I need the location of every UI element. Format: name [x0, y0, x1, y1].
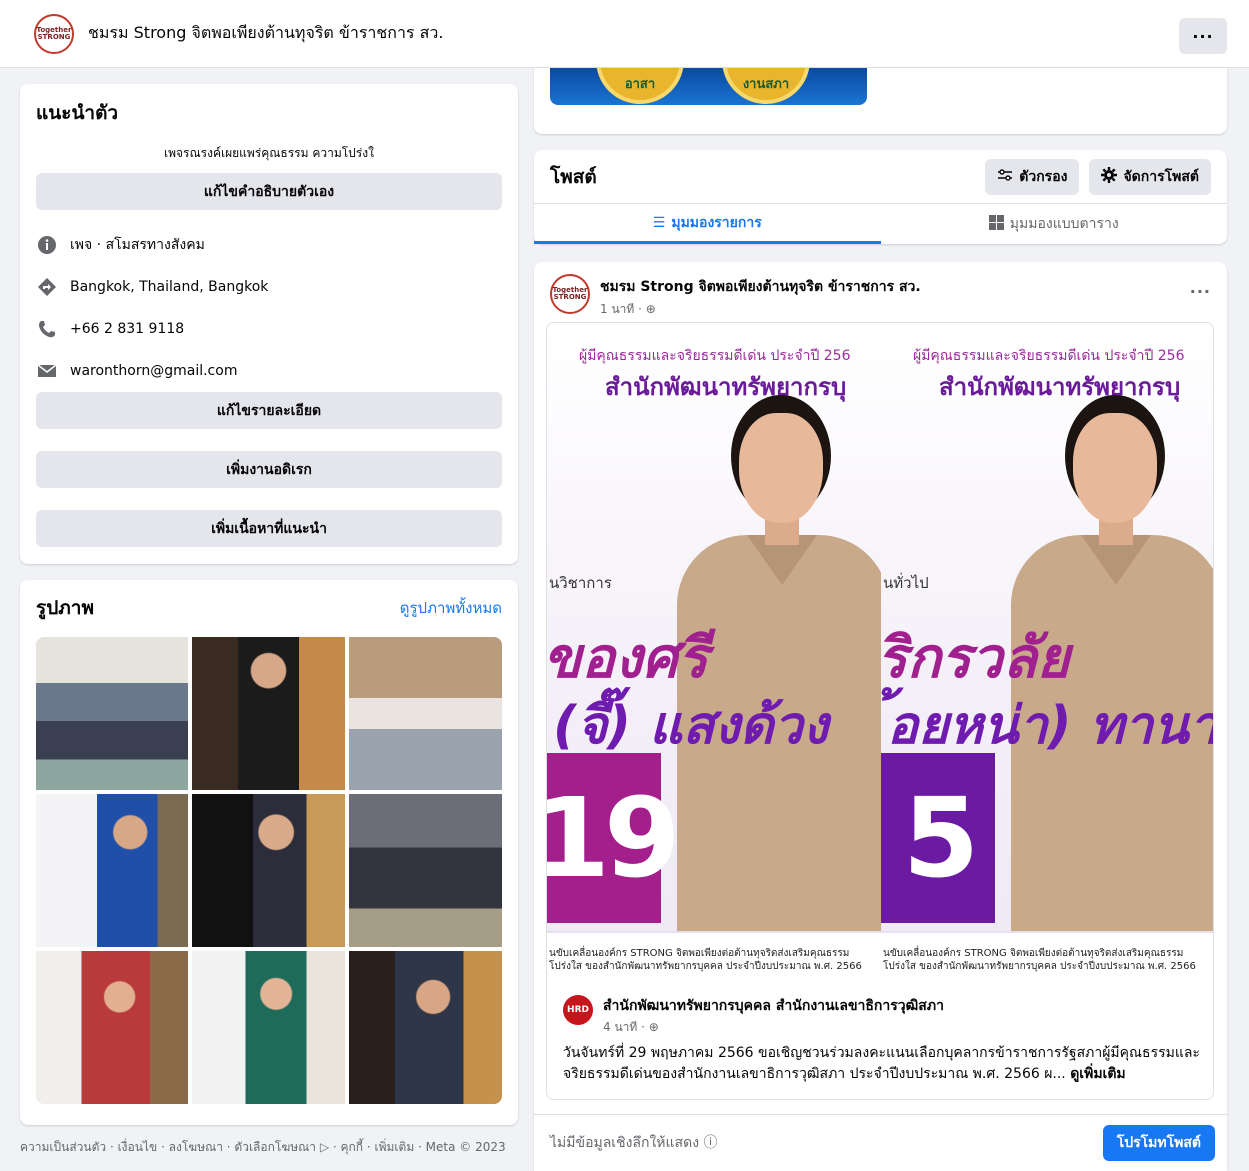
- poster-subtitle: นทั่วไป: [883, 574, 929, 592]
- shared-post: ผู้มีคุณธรรมและจริยธรรมดีเด่น ประจำปี 25…: [546, 322, 1214, 1100]
- globe-icon: ⊕: [648, 1020, 659, 1034]
- poster-heading: ผู้มีคุณธรรมและจริยธรรมดีเด่น ประจำปี 25…: [913, 348, 1185, 364]
- post-author-avatar[interactable]: Together STRONG: [550, 274, 590, 314]
- promote-post-button[interactable]: โปรโมทโพสต์: [1102, 1125, 1215, 1161]
- info-phone-text[interactable]: +66 2 831 9118: [70, 321, 184, 337]
- see-more-link[interactable]: ดูเพิ่มเติม: [1070, 1066, 1125, 1082]
- poster-footer-line2: โปร่งใส ของสำนักพัฒนาทรัพยากรบุคคล ประจำ…: [883, 961, 1196, 972]
- shared-author-avatar[interactable]: HRD: [563, 995, 593, 1025]
- info-phone: +66 2 831 9118: [36, 308, 502, 350]
- posts-title: โพสต์: [550, 165, 597, 188]
- poster-footer: นขับเคลื่อนองค์กร STRONG จิตพอเพียงต่อต้…: [881, 931, 1213, 987]
- phone-icon: [36, 318, 58, 340]
- header-more-button[interactable]: ···: [1179, 18, 1227, 54]
- cover-image-card: อาสา งานสภา: [534, 68, 1227, 134]
- photos-title: รูปภาพ: [36, 597, 94, 619]
- photo-grid: [36, 637, 502, 1104]
- gear-icon: [1101, 166, 1118, 187]
- post-timestamp[interactable]: 1 นาที · ⊕: [600, 300, 921, 319]
- shared-author-name[interactable]: สำนักพัฒนาทรัพยากรบุคคล สำนักงานเลขาธิกา…: [603, 995, 944, 1017]
- tab-grid-label: มุมมองแบบตาราง: [1009, 216, 1119, 232]
- photo-thumbnail[interactable]: [192, 637, 345, 790]
- poster-number: 5: [881, 753, 995, 923]
- intro-title: แนะนำตัว: [36, 102, 119, 124]
- banner-coin-right: งานสภา: [722, 68, 810, 104]
- tab-list-label: มุมมองรายการ: [671, 214, 762, 231]
- poster-footer-line1: นขับเคลื่อนองค์กร STRONG จิตพอเพียงต่อต้…: [883, 948, 1184, 959]
- edit-bio-button[interactable]: แก้ไขคำอธิบายตัวเอง: [36, 173, 502, 210]
- photo-thumbnail[interactable]: [192, 951, 345, 1104]
- poster-number: 19: [547, 753, 681, 923]
- edit-details-button[interactable]: แก้ไขรายละเอียด: [36, 392, 502, 429]
- photo-thumbnail[interactable]: [192, 794, 345, 947]
- post-avatar-text: Together STRONG: [552, 286, 588, 301]
- posts-header-card: โพสต์ ตัวกรอง จัดการโพสต์ ☰ มุมมองรายการ…: [534, 150, 1227, 244]
- photo-thumbnail[interactable]: [36, 637, 188, 790]
- globe-icon: ⊕: [645, 302, 656, 316]
- poster-footer-line2: โปร่งใส ของสำนักพัฒนาทรัพยากรบุคคล ประจำ…: [549, 961, 862, 972]
- location-icon: [36, 276, 58, 298]
- post-options-button[interactable]: ···: [1190, 282, 1211, 301]
- photo-thumbnail[interactable]: [36, 951, 188, 1104]
- info-icon[interactable]: ⓘ: [703, 1135, 717, 1151]
- shared-post-info: HRD สำนักพัฒนาทรัพยากรบุคคล สำนักงานเลขา…: [563, 995, 1201, 1085]
- post-card: Together STRONG ชมรม Strong จิตพอเพียงต้…: [534, 262, 1227, 1171]
- intro-card: แนะนำตัว เพจรณรงค์เผยแพร่คุณธรรม ความโปร…: [20, 84, 518, 564]
- manage-posts-button[interactable]: จัดการโพสต์: [1089, 158, 1211, 195]
- coin-right-label: งานสภา: [742, 77, 790, 92]
- info-icon: [36, 234, 58, 256]
- info-location: Bangkok, Thailand, Bangkok: [36, 266, 502, 308]
- post-footer: ไม่มีข้อมูลเชิงลึกให้แสดง ⓘ โปรโมทโพสต์: [534, 1114, 1227, 1171]
- email-icon: [36, 360, 58, 382]
- photo-thumbnail[interactable]: [349, 951, 502, 1104]
- poster-subtitle: นวิชาการ: [549, 574, 612, 592]
- legal-footer: ความเป็นส่วนตัว · เงื่อนไข · ลงโฆษณา · ต…: [20, 1140, 506, 1154]
- shared-timestamp[interactable]: 4 นาที · ⊕: [603, 1018, 944, 1037]
- banner-image[interactable]: อาสา งานสภา: [550, 68, 867, 105]
- coin-left-label: อาสา: [624, 77, 656, 92]
- post-time-text: 1 นาที ·: [600, 302, 646, 316]
- poster-heading: ผู้มีคุณธรรมและจริยธรรมดีเด่น ประจำปี 25…: [579, 348, 851, 364]
- add-featured-button[interactable]: เพิ่มเนื้อหาที่แนะนำ: [36, 510, 502, 547]
- poster-footer: นขับเคลื่อนองค์กร STRONG จิตพอเพียงต่อต้…: [547, 931, 881, 987]
- avatar-text: Together STRONG: [36, 25, 72, 41]
- photo-thumbnail[interactable]: [349, 637, 502, 790]
- see-all-photos-link[interactable]: ดูรูปภาพทั้งหมด: [400, 596, 502, 620]
- list-icon: ☰: [652, 214, 666, 231]
- info-email: waronthorn@gmail.com: [36, 350, 502, 392]
- banner-coin-left: อาสา: [596, 68, 684, 104]
- info-category-text: เพจ · สโมสรทางสังคม: [70, 237, 205, 253]
- filter-label: ตัวกรอง: [1019, 168, 1068, 185]
- photos-card: รูปภาพ ดูรูปภาพทั้งหมด: [20, 580, 518, 1125]
- page-avatar[interactable]: Together STRONG: [34, 13, 74, 54]
- page-title[interactable]: ชมรม Strong จิตพอเพียงต้านทุจริต ข้าราชก…: [88, 21, 443, 46]
- add-hobbies-button[interactable]: เพิ่มงานอดิเรก: [36, 451, 502, 488]
- grid-icon: [988, 214, 1004, 234]
- info-email-text[interactable]: waronthorn@gmail.com: [70, 363, 237, 379]
- photo-thumbnail[interactable]: [36, 794, 188, 947]
- post-images[interactable]: ผู้มีคุณธรรมและจริยธรรมดีเด่น ประจำปี 25…: [547, 323, 1213, 987]
- filter-button[interactable]: ตัวกรอง: [985, 158, 1080, 195]
- insights-note: ไม่มีข้อมูลเชิงลึกให้แสดง ⓘ: [550, 1132, 1103, 1154]
- info-location-text: Bangkok, Thailand, Bangkok: [70, 279, 269, 295]
- insights-note-text: ไม่มีข้อมูลเชิงลึกให้แสดง: [550, 1135, 700, 1151]
- poster-image-left[interactable]: ผู้มีคุณธรรมและจริยธรรมดีเด่น ประจำปี 25…: [547, 323, 881, 987]
- poster-footer-line1: นขับเคลื่อนองค์กร STRONG จิตพอเพียงต่อต้…: [549, 948, 850, 959]
- post-author-name[interactable]: ชมรม Strong จิตพอเพียงต้านทุจริต ข้าราชก…: [600, 276, 921, 298]
- photo-thumbnail[interactable]: [349, 794, 502, 947]
- tab-list-view[interactable]: ☰ มุมมองรายการ: [534, 204, 881, 244]
- manage-posts-label: จัดการโพสต์: [1123, 168, 1199, 185]
- tab-grid-view[interactable]: มุมมองแบบตาราง: [881, 204, 1228, 244]
- sliders-icon: [997, 168, 1013, 186]
- shared-time-text: 4 นาที ·: [603, 1020, 649, 1034]
- shared-post-text: วันจันทร์ที่ 29 พฤษภาคม 2566 ขอเชิญชวนร่…: [563, 1043, 1201, 1085]
- info-category: เพจ · สโมสรทางสังคม: [36, 224, 502, 266]
- poster-image-right[interactable]: ผู้มีคุณธรรมและจริยธรรมดีเด่น ประจำปี 25…: [881, 323, 1213, 987]
- intro-bio: เพจรณรงค์เผยแพร่คุณธรรม ความโปร่งใ: [164, 146, 374, 160]
- page-header: Together STRONG ชมรม Strong จิตพอเพียงต้…: [0, 0, 1249, 68]
